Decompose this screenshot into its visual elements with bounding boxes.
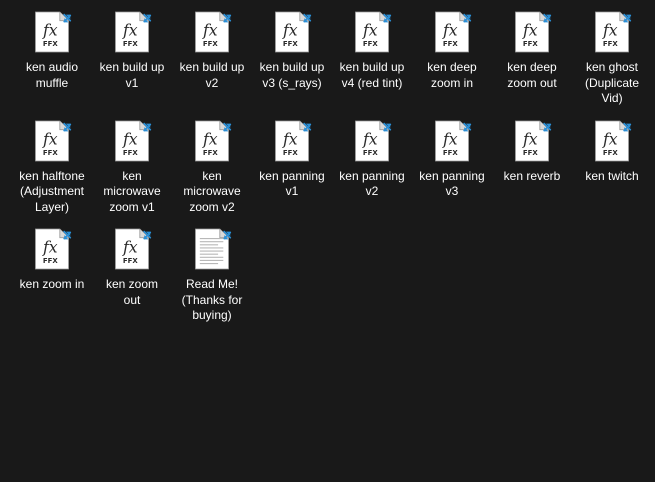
svg-text:fx: fx xyxy=(202,129,218,148)
svg-text:fx: fx xyxy=(42,20,58,39)
file-label: ken audio muffle xyxy=(25,60,79,90)
file-item[interactable]: fx FFX ken panning v1 xyxy=(252,117,332,222)
file-item[interactable]: fx FFX ken deep zoom in xyxy=(412,8,492,113)
file-label: ken build up v2 xyxy=(179,60,245,90)
svg-text:fx: fx xyxy=(122,20,138,39)
ffx-file-icon: fx FFX xyxy=(508,8,556,56)
svg-text:fx: fx xyxy=(282,20,298,39)
file-label: ken ghost (Duplicate Vid) xyxy=(584,60,640,105)
file-item[interactable]: fx FFX ken ghost (Duplicate Vid) xyxy=(572,8,652,113)
file-label: ken microwave zoom v2 xyxy=(183,168,241,214)
svg-text:FFX: FFX xyxy=(203,40,218,48)
file-label: ken deep zoom in xyxy=(427,60,477,90)
file-label: ken panning v1 xyxy=(259,168,325,199)
file-label: ken reverb xyxy=(503,168,561,183)
svg-text:fx: fx xyxy=(42,237,58,256)
ffx-file-icon: fx FFX xyxy=(108,8,156,56)
svg-text:fx: fx xyxy=(602,129,618,148)
svg-text:FFX: FFX xyxy=(123,40,138,48)
file-label: ken build up v4 (red tint) xyxy=(339,60,405,90)
svg-text:fx: fx xyxy=(362,129,378,148)
svg-text:fx: fx xyxy=(522,129,538,148)
file-label: ken microwave zoom v1 xyxy=(103,168,161,214)
file-grid: fx FFX ken audio muffle fx FFX ken build… xyxy=(12,8,652,330)
file-item[interactable]: fx FFX ken twitch xyxy=(572,117,652,222)
ffx-file-icon: fx FFX xyxy=(28,8,76,56)
file-item[interactable]: fx FFX ken zoom out xyxy=(92,225,172,330)
file-item[interactable]: fx FFX ken build up v1 xyxy=(92,8,172,113)
ffx-file-icon: fx FFX xyxy=(268,117,316,165)
ffx-file-icon: fx FFX xyxy=(348,117,396,165)
file-item[interactable]: fx FFX ken reverb xyxy=(492,117,572,222)
file-item[interactable]: fx FFX ken microwave zoom v1 xyxy=(92,117,172,222)
ffx-file-icon: fx FFX xyxy=(588,117,636,165)
file-label: ken zoom in xyxy=(19,277,85,291)
file-item[interactable]: fx FFX ken deep zoom out xyxy=(492,8,572,113)
file-label: ken deep zoom out xyxy=(507,60,557,90)
file-item[interactable]: fx FFX ken panning v2 xyxy=(332,117,412,222)
file-item[interactable]: fx FFX ken audio muffle xyxy=(12,8,92,113)
ffx-file-icon: fx FFX xyxy=(108,117,156,165)
svg-text:FFX: FFX xyxy=(123,257,138,265)
ffx-file-icon: fx FFX xyxy=(108,225,156,273)
svg-text:FFX: FFX xyxy=(603,40,618,48)
file-label: Read Me! (Thanks for buying) xyxy=(181,277,243,322)
file-item[interactable]: fx FFX ken build up v3 (s_rays) xyxy=(252,8,332,113)
svg-text:FFX: FFX xyxy=(43,40,58,48)
svg-text:fx: fx xyxy=(122,237,138,256)
svg-text:FFX: FFX xyxy=(363,148,378,156)
svg-text:FFX: FFX xyxy=(523,148,538,156)
ffx-file-icon: fx FFX xyxy=(188,117,236,165)
ffx-file-icon: fx FFX xyxy=(508,117,556,165)
svg-text:fx: fx xyxy=(522,20,538,39)
file-label: ken twitch xyxy=(585,168,639,183)
ffx-file-icon: fx FFX xyxy=(28,117,76,165)
svg-text:fx: fx xyxy=(602,20,618,39)
file-label: ken zoom out xyxy=(105,277,159,307)
svg-text:fx: fx xyxy=(442,129,458,148)
svg-text:FFX: FFX xyxy=(43,148,58,156)
file-item[interactable]: fx FFX ken build up v4 (red tint) xyxy=(332,8,412,113)
svg-text:fx: fx xyxy=(202,20,218,39)
file-item[interactable]: fx FFX ken halftone (Adjustment Layer) xyxy=(12,117,92,222)
svg-text:FFX: FFX xyxy=(283,40,298,48)
file-label: ken build up v1 xyxy=(99,60,165,90)
file-label: ken halftone (Adjustment Layer) xyxy=(19,168,85,214)
svg-text:FFX: FFX xyxy=(43,257,58,265)
ffx-file-icon: fx FFX xyxy=(268,8,316,56)
ffx-file-icon: fx FFX xyxy=(428,8,476,56)
file-label: ken build up v3 (s_rays) xyxy=(259,60,325,90)
ffx-file-icon: fx FFX xyxy=(28,225,76,273)
file-item[interactable]: fx FFX ken build up v2 xyxy=(172,8,252,113)
svg-text:fx: fx xyxy=(122,129,138,148)
svg-text:FFX: FFX xyxy=(203,148,218,156)
svg-text:FFX: FFX xyxy=(123,148,138,156)
text-file-icon xyxy=(188,225,236,273)
svg-text:fx: fx xyxy=(362,20,378,39)
file-item[interactable]: fx FFX ken panning v3 xyxy=(412,117,492,222)
svg-text:fx: fx xyxy=(282,129,298,148)
svg-text:FFX: FFX xyxy=(443,148,458,156)
svg-text:FFX: FFX xyxy=(603,148,618,156)
ffx-file-icon: fx FFX xyxy=(188,8,236,56)
file-item[interactable]: fx FFX ken zoom in xyxy=(12,225,92,330)
ffx-file-icon: fx FFX xyxy=(428,117,476,165)
file-label: ken panning v3 xyxy=(419,168,485,199)
file-item[interactable]: fx FFX ken microwave zoom v2 xyxy=(172,117,252,222)
file-label: ken panning v2 xyxy=(339,168,405,199)
ffx-file-icon: fx FFX xyxy=(588,8,636,56)
svg-text:FFX: FFX xyxy=(523,40,538,48)
svg-text:FFX: FFX xyxy=(443,40,458,48)
svg-text:fx: fx xyxy=(442,20,458,39)
svg-text:fx: fx xyxy=(42,129,58,148)
file-item[interactable]: Read Me! (Thanks for buying) xyxy=(172,225,252,330)
ffx-file-icon: fx FFX xyxy=(348,8,396,56)
svg-text:FFX: FFX xyxy=(363,40,378,48)
svg-text:FFX: FFX xyxy=(283,148,298,156)
